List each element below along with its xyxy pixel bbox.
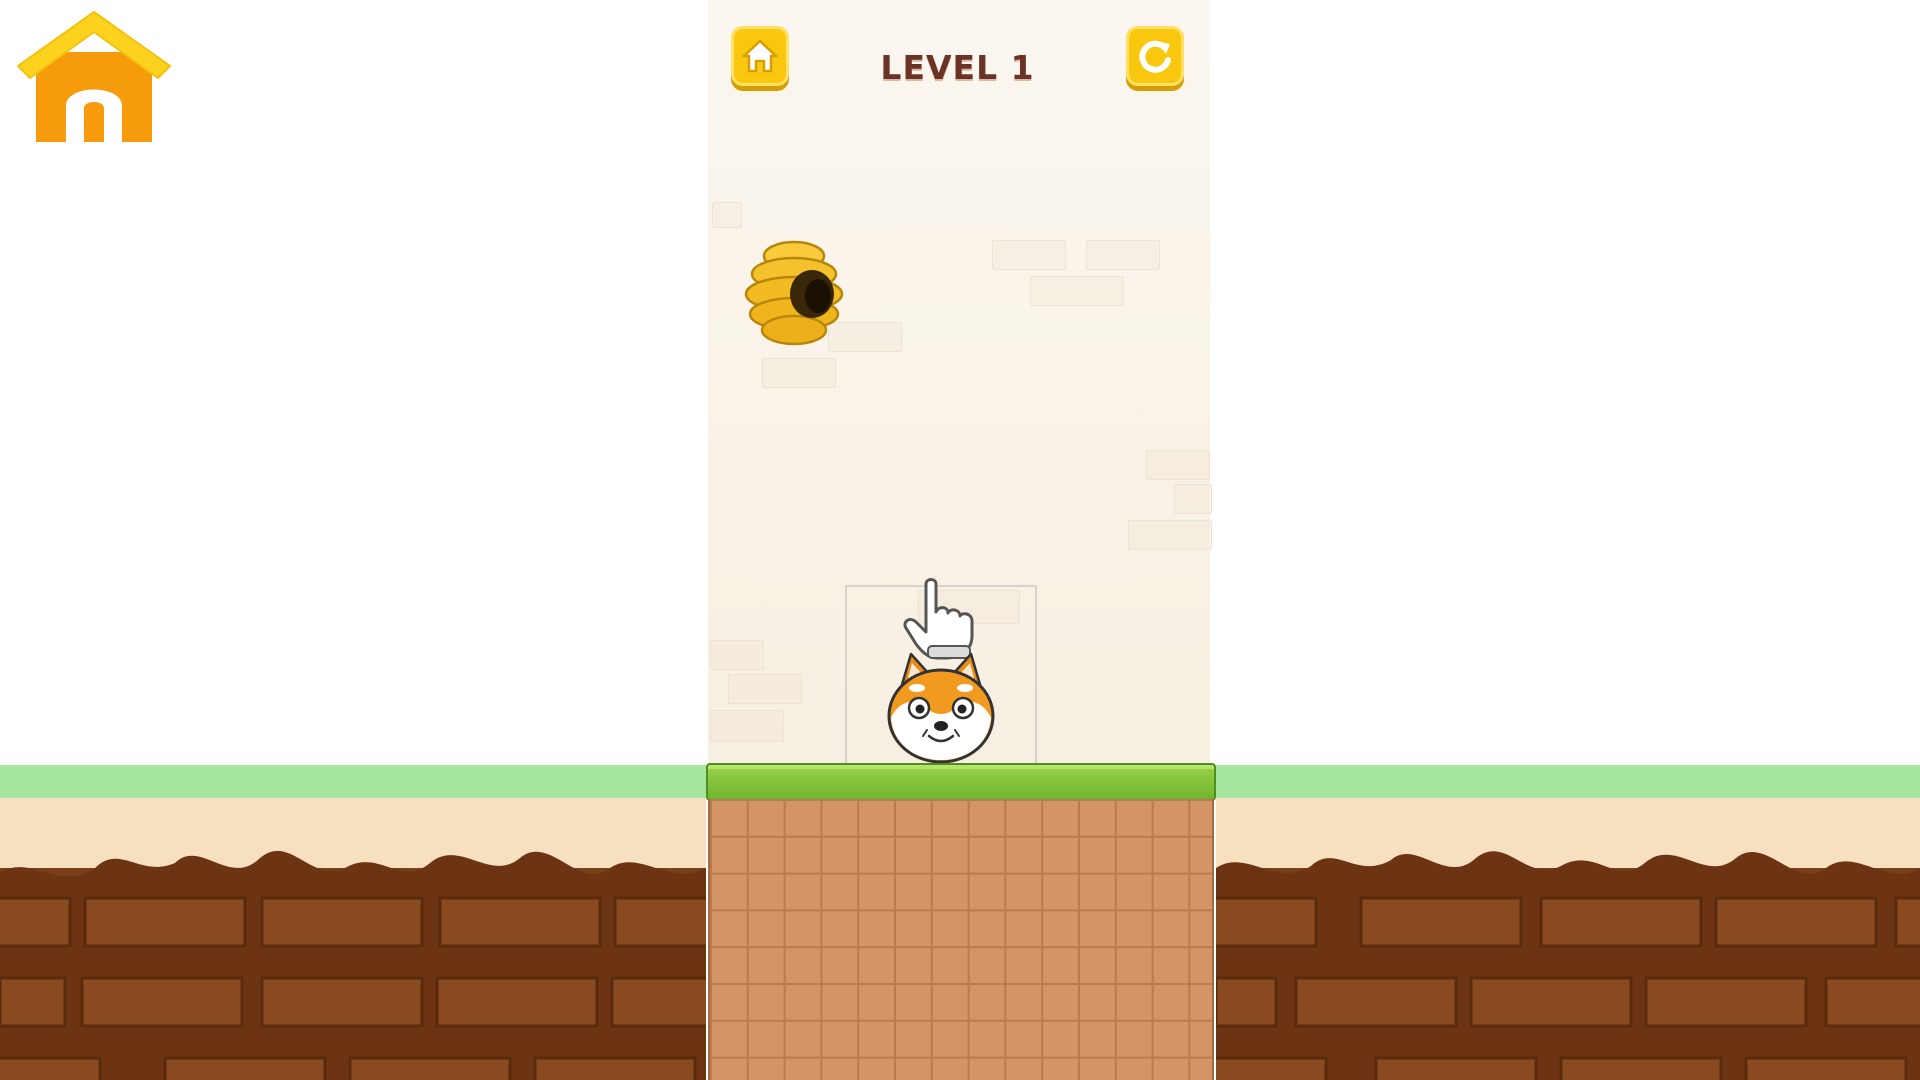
house-icon xyxy=(17,11,171,142)
restart-button[interactable] xyxy=(1126,26,1184,86)
platform-grass-top xyxy=(706,763,1216,801)
restart-icon xyxy=(1139,40,1171,73)
grass-strip-right xyxy=(1216,765,1920,798)
corner-home-button[interactable] xyxy=(16,8,172,142)
shiba-dog-icon xyxy=(887,652,995,764)
platform-brick-base xyxy=(708,799,1214,1080)
beehive-icon xyxy=(744,240,844,346)
level-title: LEVEL 1 xyxy=(880,48,1035,87)
pointing-hand-icon xyxy=(903,578,974,660)
grass-strip-left xyxy=(0,765,706,798)
dirt-bricks-right xyxy=(1216,798,1920,1080)
dirt-bricks-left xyxy=(0,798,706,1080)
home-icon xyxy=(742,39,778,73)
home-button[interactable] xyxy=(731,26,789,86)
